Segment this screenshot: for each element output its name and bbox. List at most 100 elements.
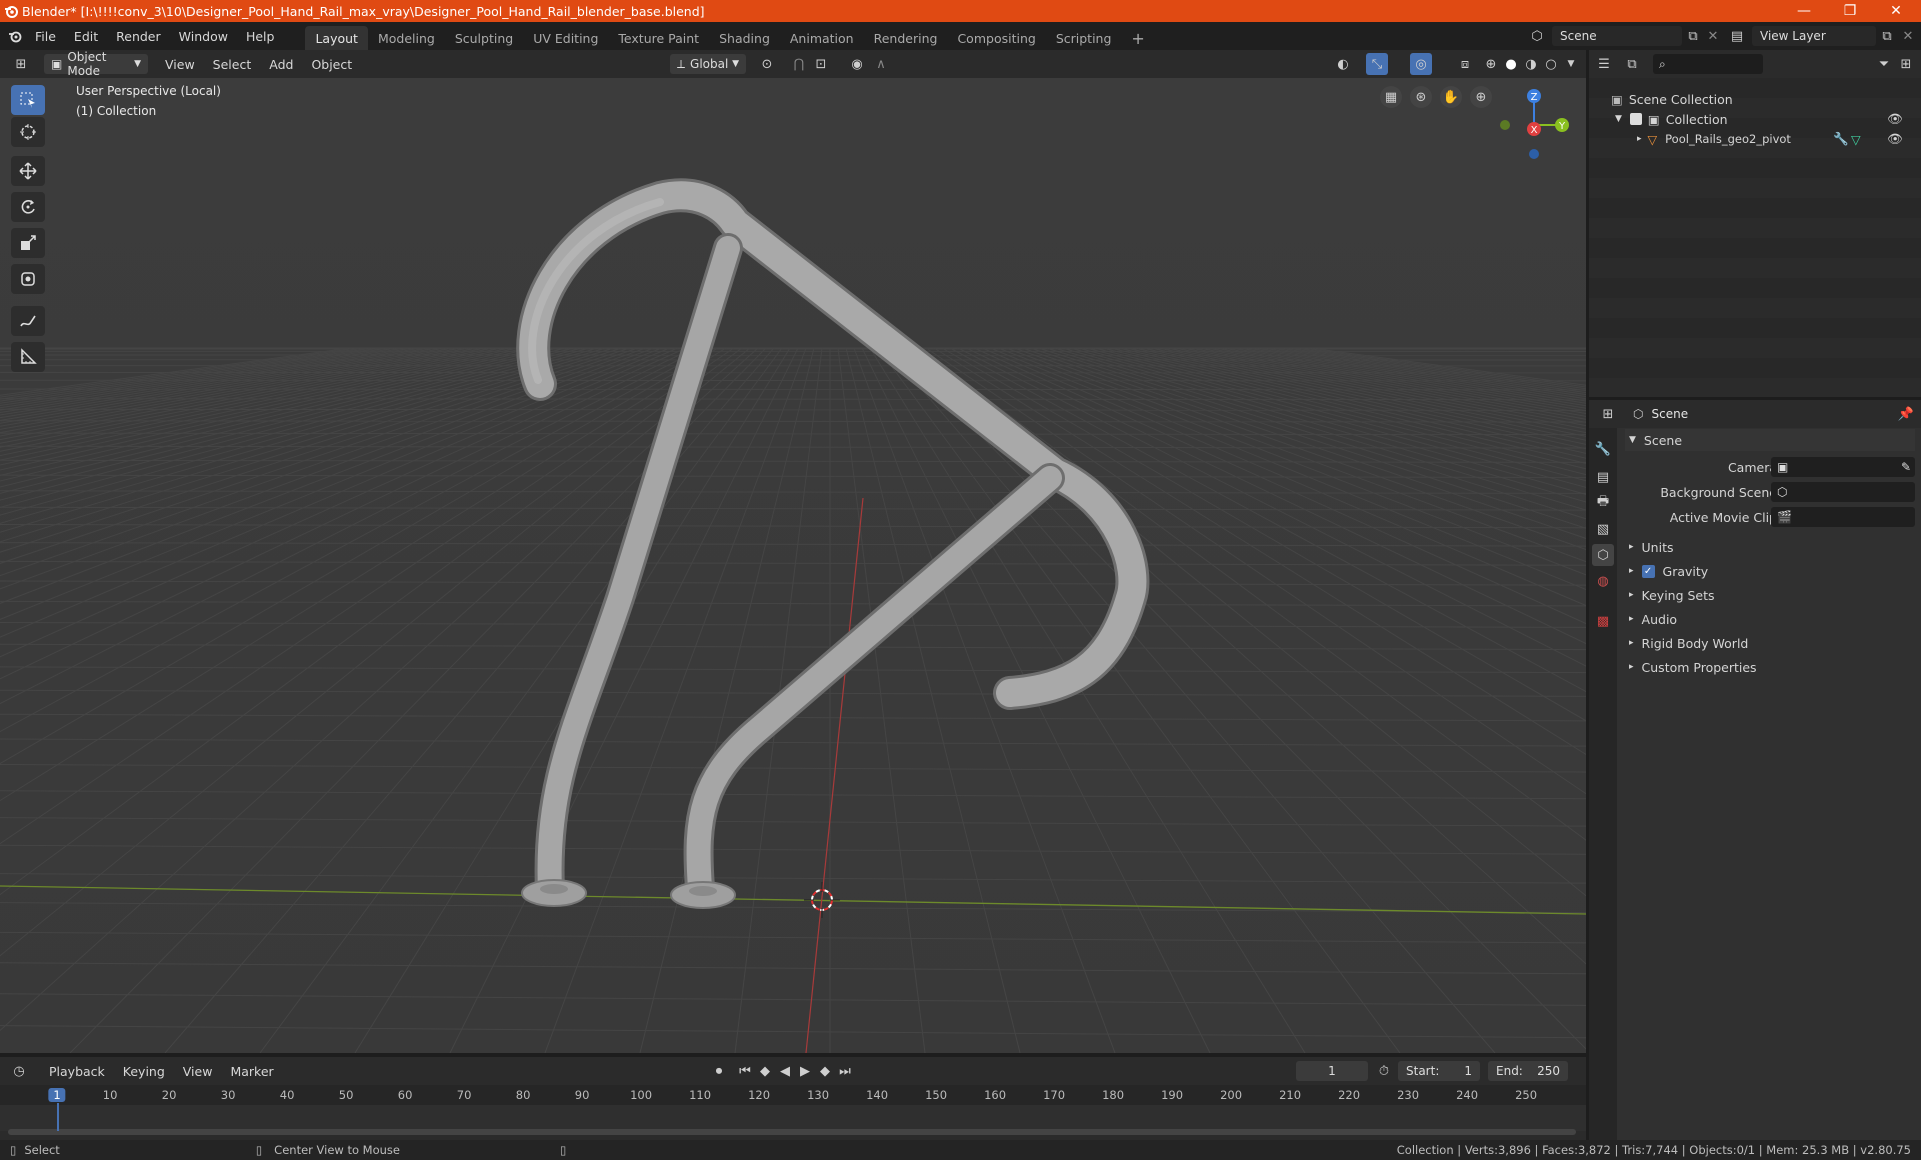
snap-icon[interactable]: ⋂: [788, 53, 810, 75]
scene-panel-header[interactable]: ▼ Scene: [1625, 429, 1915, 451]
playhead-line[interactable]: [57, 1103, 59, 1131]
eyedropper-icon[interactable]: ✎: [1901, 460, 1911, 474]
tool-tab-icon[interactable]: 🔧: [1592, 438, 1614, 460]
play-icon[interactable]: ▶: [794, 1060, 816, 1082]
view-layer-icon[interactable]: ▤: [1726, 25, 1748, 47]
outliner-search-input[interactable]: ⌕: [1653, 54, 1763, 74]
menu-object[interactable]: Object: [302, 53, 361, 75]
cursor-tool[interactable]: [11, 117, 45, 147]
units-panel[interactable]: ▸ Units: [1625, 536, 1915, 558]
editor-type-icon[interactable]: ⊞: [10, 53, 32, 75]
texture-tab-icon[interactable]: ▩: [1592, 610, 1614, 632]
menu-playback[interactable]: Playback: [40, 1060, 114, 1082]
play-reverse-icon[interactable]: ◀: [774, 1060, 796, 1082]
blender-menu-icon[interactable]: [4, 25, 26, 47]
menu-edit[interactable]: Edit: [65, 25, 107, 47]
gravity-checkbox[interactable]: ✓: [1641, 564, 1655, 578]
tab-modeling[interactable]: Modeling: [368, 26, 445, 50]
viewport-canvas[interactable]: [0, 78, 1586, 1053]
menu-keying[interactable]: Keying: [114, 1060, 174, 1082]
menu-view[interactable]: View: [156, 53, 204, 75]
new-collection-icon[interactable]: ⊞: [1895, 53, 1917, 75]
scene-name-field[interactable]: Scene: [1552, 26, 1682, 46]
snap-target-icon[interactable]: ⊡: [810, 53, 832, 75]
gizmo-toggle-icon[interactable]: ⤡: [1366, 53, 1388, 75]
output-tab-icon[interactable]: 🖶: [1592, 492, 1614, 514]
rotate-tool[interactable]: [11, 192, 45, 222]
prev-keyframe-icon[interactable]: ◆: [754, 1060, 776, 1082]
pivot-point-icon[interactable]: ⊙: [756, 53, 778, 75]
mesh-data-icon[interactable]: ▽: [1851, 132, 1861, 147]
background-scene-field[interactable]: ⬡: [1771, 482, 1915, 502]
scale-tool[interactable]: [11, 228, 45, 258]
close-icon[interactable]: ✕: [1873, 0, 1919, 22]
overlays-toggle-icon[interactable]: ◎: [1410, 53, 1432, 75]
world-tab-icon[interactable]: ◍: [1592, 570, 1614, 592]
tab-layout[interactable]: Layout: [305, 26, 368, 50]
add-workspace-icon[interactable]: +: [1121, 26, 1154, 50]
next-keyframe-icon[interactable]: ◆: [814, 1060, 836, 1082]
menu-select[interactable]: Select: [204, 53, 261, 75]
rigid-body-world-panel[interactable]: ▸ Rigid Body World: [1625, 632, 1915, 654]
zoom-icon[interactable]: ⊕: [1470, 86, 1492, 108]
delete-view-layer-icon[interactable]: ✕: [1897, 25, 1919, 47]
transform-tool[interactable]: [11, 264, 45, 294]
frame-ruler[interactable]: 1 10 20 30 40 50 60 70 80 90 100 110 120 130 140 150 160…: [0, 1085, 1586, 1105]
jump-end-icon[interactable]: ⏭: [834, 1060, 856, 1082]
shading-options-icon[interactable]: ▼: [1560, 53, 1582, 75]
outliner-scene-collection[interactable]: ▣ Scene Collection: [1611, 88, 1911, 110]
gravity-panel[interactable]: ▸ ✓ Gravity: [1625, 560, 1915, 582]
checkbox-icon[interactable]: [1629, 113, 1642, 125]
eye-icon[interactable]: 👁: [1887, 131, 1903, 147]
timeline-track-area[interactable]: [0, 1105, 1586, 1131]
current-frame-field[interactable]: 1: [1296, 1061, 1368, 1081]
menu-timeline-view[interactable]: View: [174, 1060, 222, 1082]
view-layer-field[interactable]: View Layer: [1752, 26, 1876, 46]
restore-icon[interactable]: ❐: [1827, 0, 1873, 22]
outliner-object-row[interactable]: ▸ ▽ Pool_Rails_geo2_pivot 🔧 ▽ 👁: [1637, 128, 1917, 150]
camera-field[interactable]: ▣ ✎: [1771, 457, 1915, 477]
audio-panel[interactable]: ▸ Audio: [1625, 608, 1915, 630]
select-box-tool[interactable]: [11, 85, 45, 115]
custom-properties-panel[interactable]: ▸ Custom Properties: [1625, 656, 1915, 678]
proportional-edit-icon[interactable]: ◉: [846, 53, 868, 75]
new-scene-icon[interactable]: ⧉: [1682, 25, 1704, 47]
modifier-wrench-icon[interactable]: 🔧: [1833, 131, 1849, 147]
3d-viewport[interactable]: User Perspective (Local) (1) Collection …: [0, 78, 1586, 1053]
pin-icon[interactable]: 📌: [1895, 403, 1917, 425]
tab-shading[interactable]: Shading: [709, 26, 780, 50]
record-icon[interactable]: ⏺: [708, 1060, 730, 1082]
annotate-tool[interactable]: [11, 306, 45, 336]
visibility-icon[interactable]: ◐: [1332, 53, 1354, 75]
menu-marker[interactable]: Marker: [221, 1060, 282, 1082]
move-tool[interactable]: [11, 156, 45, 186]
display-mode-icon[interactable]: ⧉: [1621, 53, 1643, 75]
end-frame-field[interactable]: End: 250: [1488, 1061, 1568, 1081]
menu-add[interactable]: Add: [260, 53, 302, 75]
menu-render[interactable]: Render: [107, 25, 170, 47]
wireframe-shading-icon[interactable]: ⊕: [1480, 53, 1502, 75]
delete-scene-icon[interactable]: ✕: [1702, 25, 1724, 47]
stopwatch-icon[interactable]: ⏱: [1373, 1060, 1395, 1082]
eye-icon[interactable]: 👁: [1887, 111, 1903, 127]
tab-uv-editing[interactable]: UV Editing: [523, 26, 608, 50]
properties-editor-icon[interactable]: ⊞: [1597, 403, 1619, 425]
pan-hand-icon[interactable]: ✋: [1440, 86, 1462, 108]
new-view-layer-icon[interactable]: ⧉: [1876, 25, 1898, 47]
start-frame-field[interactable]: Start: 1: [1398, 1061, 1480, 1081]
tab-animation[interactable]: Animation: [780, 26, 864, 50]
timeline-scrollbar[interactable]: [8, 1129, 1576, 1135]
transform-orientation-dropdown[interactable]: ⟂ Global ▼: [670, 54, 746, 74]
outliner-collection[interactable]: ▼ ▣ Collection 👁: [1615, 108, 1915, 130]
tab-scripting[interactable]: Scripting: [1046, 26, 1122, 50]
scene-tab-icon[interactable]: ⬡: [1592, 544, 1614, 566]
menu-file[interactable]: File: [26, 25, 65, 47]
tab-sculpting[interactable]: Sculpting: [445, 26, 523, 50]
outliner-editor-icon[interactable]: ☰: [1593, 53, 1615, 75]
menu-window[interactable]: Window: [170, 25, 237, 47]
view-layer-tab-icon[interactable]: ▧: [1592, 518, 1614, 540]
grid-view-icon[interactable]: ▦: [1380, 86, 1402, 108]
mode-dropdown[interactable]: ▣ Object Mode ▼: [44, 50, 148, 78]
timeline-editor-icon[interactable]: ◷: [8, 1060, 30, 1082]
tab-texture-paint[interactable]: Texture Paint: [608, 26, 709, 50]
